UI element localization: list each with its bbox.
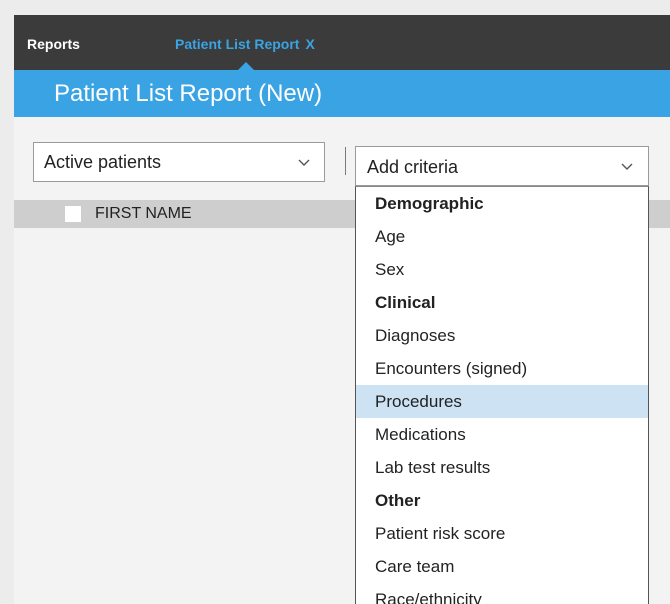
close-tab-icon[interactable]: X xyxy=(305,36,314,52)
patient-status-value: Active patients xyxy=(44,152,162,172)
patient-status-select[interactable]: Active patients xyxy=(33,142,325,182)
menu-group-clinical: Clinical xyxy=(375,293,436,312)
active-tab-caret-icon xyxy=(238,62,254,70)
report-window: Reports Patient List Report X Patient Lis… xyxy=(14,15,670,604)
add-criteria-value: Add criteria xyxy=(367,157,459,177)
column-header-first-name[interactable]: FIRST NAME xyxy=(95,205,192,223)
menu-item-diagnoses[interactable]: Diagnoses xyxy=(356,319,648,352)
page-title: Patient List Report (New) xyxy=(54,80,323,107)
menu-item-patient-risk-score[interactable]: Patient risk score xyxy=(356,517,648,550)
tab-reports[interactable]: Reports xyxy=(27,36,80,52)
menu-group-demographic: Demographic xyxy=(375,194,484,213)
menu-item-encounters-signed[interactable]: Encounters (signed) xyxy=(356,352,648,385)
criteria-dropdown-menu: Demographic Age Sex Clinical Diagnoses E… xyxy=(355,186,649,604)
menu-item-lab-test-results[interactable]: Lab test results xyxy=(356,451,648,484)
menu-item-race-ethnicity[interactable]: Race/ethnicity xyxy=(356,583,648,604)
menu-item-medications[interactable]: Medications xyxy=(356,418,648,451)
select-all-checkbox[interactable] xyxy=(65,206,81,222)
menu-item-sex[interactable]: Sex xyxy=(356,253,648,286)
top-tab-bar: Reports Patient List Report X xyxy=(14,15,670,70)
chevron-down-icon xyxy=(620,157,634,175)
add-criteria-select[interactable]: Add criteria xyxy=(355,146,649,186)
menu-item-age[interactable]: Age xyxy=(356,220,648,253)
title-bar: Patient List Report (New) xyxy=(14,70,670,117)
chevron-down-icon xyxy=(297,153,311,171)
menu-group-other: Other xyxy=(375,491,421,510)
filter-divider xyxy=(345,147,346,175)
menu-item-procedures[interactable]: Procedures xyxy=(356,385,648,418)
tab-label: Patient List Report xyxy=(175,36,300,52)
tab-patient-list-report[interactable]: Patient List Report X xyxy=(175,36,315,52)
menu-item-care-team[interactable]: Care team xyxy=(356,550,648,583)
